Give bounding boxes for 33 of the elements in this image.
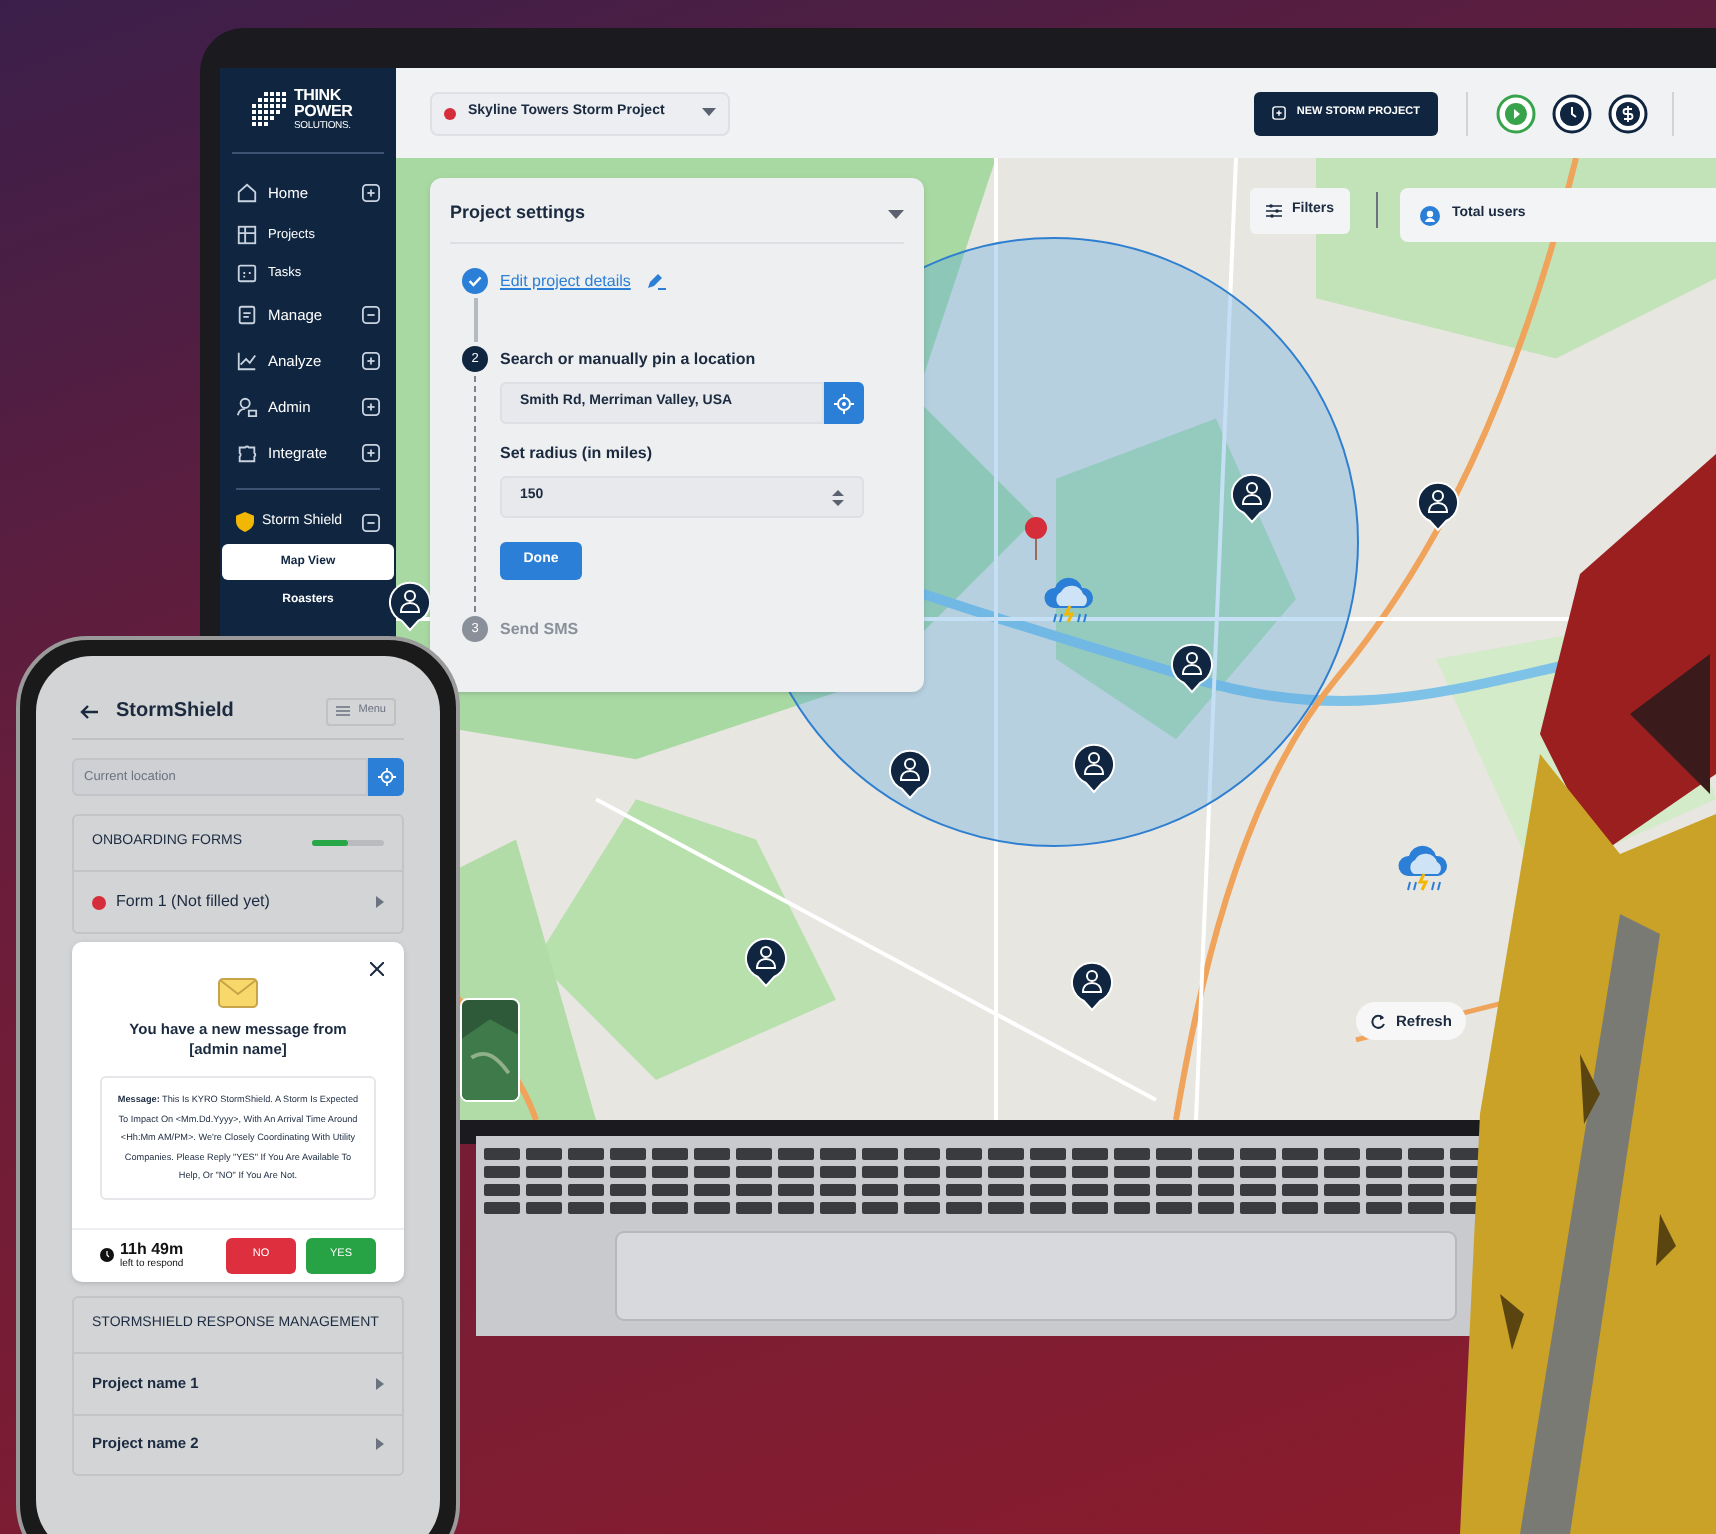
chevron-icon	[376, 1377, 384, 1389]
timer-text: 11h 49m	[120, 1240, 184, 1258]
expand-icon[interactable]	[362, 398, 380, 416]
expand-icon[interactable]	[362, 444, 380, 462]
shield-icon	[236, 512, 254, 532]
locate-button[interactable]	[368, 758, 404, 796]
plus-icon	[1272, 106, 1287, 120]
clock-icon	[100, 1248, 114, 1262]
form-row[interactable]: Form 1 (Not filled yet)	[74, 872, 402, 932]
grid-icon	[236, 224, 258, 246]
back-icon[interactable]	[80, 703, 100, 719]
calendar-icon	[236, 262, 258, 284]
chevron-icon	[376, 896, 384, 908]
expand-icon[interactable]	[362, 352, 380, 370]
chevron-icon	[376, 1438, 384, 1450]
collapse-icon[interactable]	[362, 513, 380, 531]
puzzle-icon	[236, 442, 258, 464]
user-icon	[236, 396, 258, 418]
chart-icon	[236, 350, 258, 372]
dollar-icon[interactable]	[1608, 93, 1648, 133]
logo-icon	[252, 92, 288, 128]
app-title: StormShield	[116, 698, 234, 726]
close-icon[interactable]	[370, 962, 384, 976]
crosshair-icon	[377, 768, 395, 786]
envelope-icon	[218, 978, 258, 1008]
menu-icon	[336, 706, 351, 716]
caret-icon	[702, 108, 716, 118]
clipboard-icon	[236, 304, 258, 326]
home-icon	[236, 182, 258, 204]
expand-icon[interactable]	[362, 184, 380, 202]
collapse-icon[interactable]	[362, 306, 380, 324]
clock-icon[interactable]	[1552, 93, 1592, 133]
play-icon[interactable]	[1496, 93, 1536, 133]
